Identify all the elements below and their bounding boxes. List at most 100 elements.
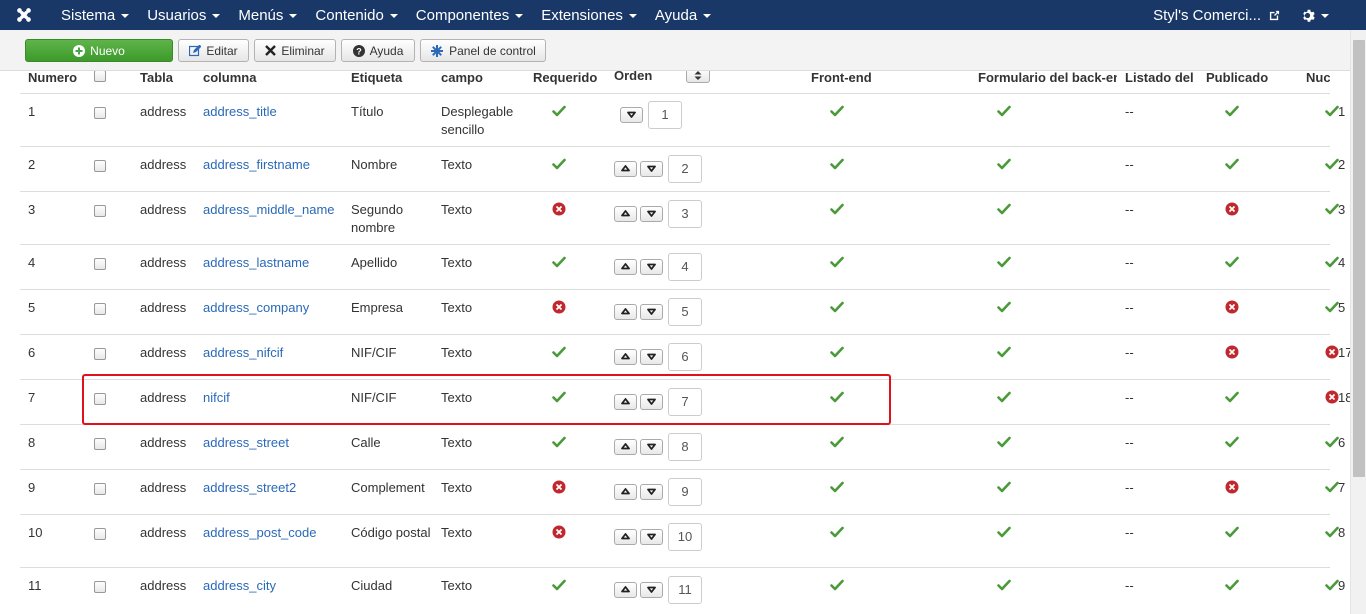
published-check-icon[interactable] xyxy=(1225,578,1239,592)
published-check-icon[interactable] xyxy=(1225,157,1239,171)
table-row[interactable]: 9 address address_street2 Complement Texto 9 -… xyxy=(20,468,1345,514)
column-link[interactable]: address_city xyxy=(203,578,276,593)
backend-form-check-icon[interactable] xyxy=(997,202,1011,216)
help-button[interactable]: ? Ayuda xyxy=(341,39,415,62)
move-down-button[interactable] xyxy=(640,581,663,598)
core-check-icon[interactable] xyxy=(1325,202,1339,216)
column-link[interactable]: nifcif xyxy=(203,390,230,405)
move-down-button[interactable] xyxy=(640,258,663,275)
order-input[interactable]: 7 xyxy=(668,387,702,416)
backend-form-check-icon[interactable] xyxy=(997,104,1011,118)
required-check-icon[interactable] xyxy=(552,435,566,449)
scrollbar-thumb[interactable] xyxy=(1353,40,1365,477)
order-input[interactable]: 8 xyxy=(668,432,702,461)
backend-form-check-icon[interactable] xyxy=(997,345,1011,359)
select-all-checkbox[interactable] xyxy=(94,69,106,82)
column-link[interactable]: address_street xyxy=(203,435,289,450)
required-check-icon[interactable] xyxy=(552,390,566,404)
published-check-icon[interactable] xyxy=(1225,525,1239,539)
move-up-button[interactable] xyxy=(614,258,637,275)
required-check-icon[interactable] xyxy=(552,578,566,592)
order-input[interactable]: 10 xyxy=(668,522,702,551)
move-up-button[interactable] xyxy=(614,528,637,545)
core-check-icon[interactable] xyxy=(1325,480,1339,494)
backend-form-check-icon[interactable] xyxy=(997,255,1011,269)
core-check-icon[interactable] xyxy=(1325,300,1339,314)
column-link[interactable]: address_street2 xyxy=(203,480,296,495)
required-check-icon[interactable] xyxy=(552,157,566,171)
required-check-icon[interactable] xyxy=(552,345,566,359)
core-check-icon[interactable] xyxy=(1325,525,1339,539)
move-down-button[interactable] xyxy=(640,528,663,545)
column-link[interactable]: address_firstname xyxy=(203,157,310,172)
order-input[interactable]: 1 xyxy=(648,100,682,129)
published-error-icon[interactable] xyxy=(1225,345,1239,359)
required-check-icon[interactable] xyxy=(552,104,566,118)
core-error-icon[interactable] xyxy=(1325,345,1339,359)
row-checkbox[interactable] xyxy=(94,257,106,270)
move-down-button[interactable] xyxy=(640,393,663,410)
move-down-button[interactable] xyxy=(640,160,663,177)
table-row[interactable]: 5 address address_company Empresa Texto 5 -- 5 xyxy=(20,288,1345,334)
delete-button[interactable]: Eliminar xyxy=(254,39,336,62)
move-up-button[interactable] xyxy=(614,581,637,598)
move-down-button[interactable] xyxy=(640,205,663,222)
vertical-scrollbar[interactable] xyxy=(1350,30,1366,614)
frontend-check-icon[interactable] xyxy=(830,345,844,359)
frontend-check-icon[interactable] xyxy=(830,525,844,539)
move-up-button[interactable] xyxy=(614,160,637,177)
row-checkbox[interactable] xyxy=(94,392,106,405)
table-row[interactable]: 10 address address_post_code Código postal T… xyxy=(20,513,1345,567)
order-input[interactable]: 4 xyxy=(668,252,702,281)
row-checkbox[interactable] xyxy=(94,159,106,172)
order-input[interactable]: 6 xyxy=(668,342,702,371)
table-row[interactable]: 4 address address_lastname Apellido Texto 4 --… xyxy=(20,243,1345,289)
order-input[interactable]: 9 xyxy=(668,477,702,506)
order-input[interactable]: 3 xyxy=(668,199,702,228)
published-check-icon[interactable] xyxy=(1225,435,1239,449)
row-checkbox[interactable] xyxy=(94,106,106,119)
new-button[interactable]: Nuevo xyxy=(25,39,173,62)
order-input[interactable]: 2 xyxy=(668,154,702,183)
frontend-check-icon[interactable] xyxy=(830,300,844,314)
table-row[interactable]: 8 address address_street Calle Texto 8 -- 6 xyxy=(20,423,1345,469)
frontend-check-icon[interactable] xyxy=(830,202,844,216)
move-down-button[interactable] xyxy=(640,438,663,455)
column-link[interactable]: address_post_code xyxy=(203,525,316,540)
row-checkbox[interactable] xyxy=(94,437,106,450)
move-down-button[interactable] xyxy=(640,303,663,320)
table-row[interactable]: 7 address nifcif NIF/CIF Texto 7 -- 18 xyxy=(20,378,1352,424)
move-up-button[interactable] xyxy=(614,348,637,365)
core-check-icon[interactable] xyxy=(1325,255,1339,269)
frontend-check-icon[interactable] xyxy=(830,578,844,592)
backend-form-check-icon[interactable] xyxy=(997,435,1011,449)
move-up-button[interactable] xyxy=(614,438,637,455)
core-check-icon[interactable] xyxy=(1325,104,1339,118)
published-error-icon[interactable] xyxy=(1225,202,1239,216)
move-up-button[interactable] xyxy=(614,205,637,222)
move-up-button[interactable] xyxy=(614,483,637,500)
row-checkbox[interactable] xyxy=(94,347,106,360)
row-checkbox[interactable] xyxy=(94,204,106,217)
row-checkbox[interactable] xyxy=(94,527,106,540)
edit-button[interactable]: Editar xyxy=(178,39,249,62)
table-row[interactable]: 1 address address_title Título Desplegable s… xyxy=(20,92,1345,146)
published-check-icon[interactable] xyxy=(1225,390,1239,404)
row-checkbox[interactable] xyxy=(94,302,106,315)
frontend-check-icon[interactable] xyxy=(830,480,844,494)
column-link[interactable]: address_nifcif xyxy=(203,345,283,360)
row-checkbox[interactable] xyxy=(94,580,106,593)
move-down-button[interactable] xyxy=(640,483,663,500)
backend-form-check-icon[interactable] xyxy=(997,390,1011,404)
backend-form-check-icon[interactable] xyxy=(997,578,1011,592)
column-link[interactable]: address_lastname xyxy=(203,255,309,270)
core-check-icon[interactable] xyxy=(1325,578,1339,592)
control-panel-button[interactable]: Panel de control xyxy=(420,39,546,62)
order-input[interactable]: 11 xyxy=(668,575,702,604)
order-input[interactable]: 5 xyxy=(668,297,702,326)
column-link[interactable]: address_middle_name xyxy=(203,202,335,217)
published-error-icon[interactable] xyxy=(1225,480,1239,494)
frontend-check-icon[interactable] xyxy=(830,390,844,404)
published-error-icon[interactable] xyxy=(1225,300,1239,314)
required-check-icon[interactable] xyxy=(552,255,566,269)
